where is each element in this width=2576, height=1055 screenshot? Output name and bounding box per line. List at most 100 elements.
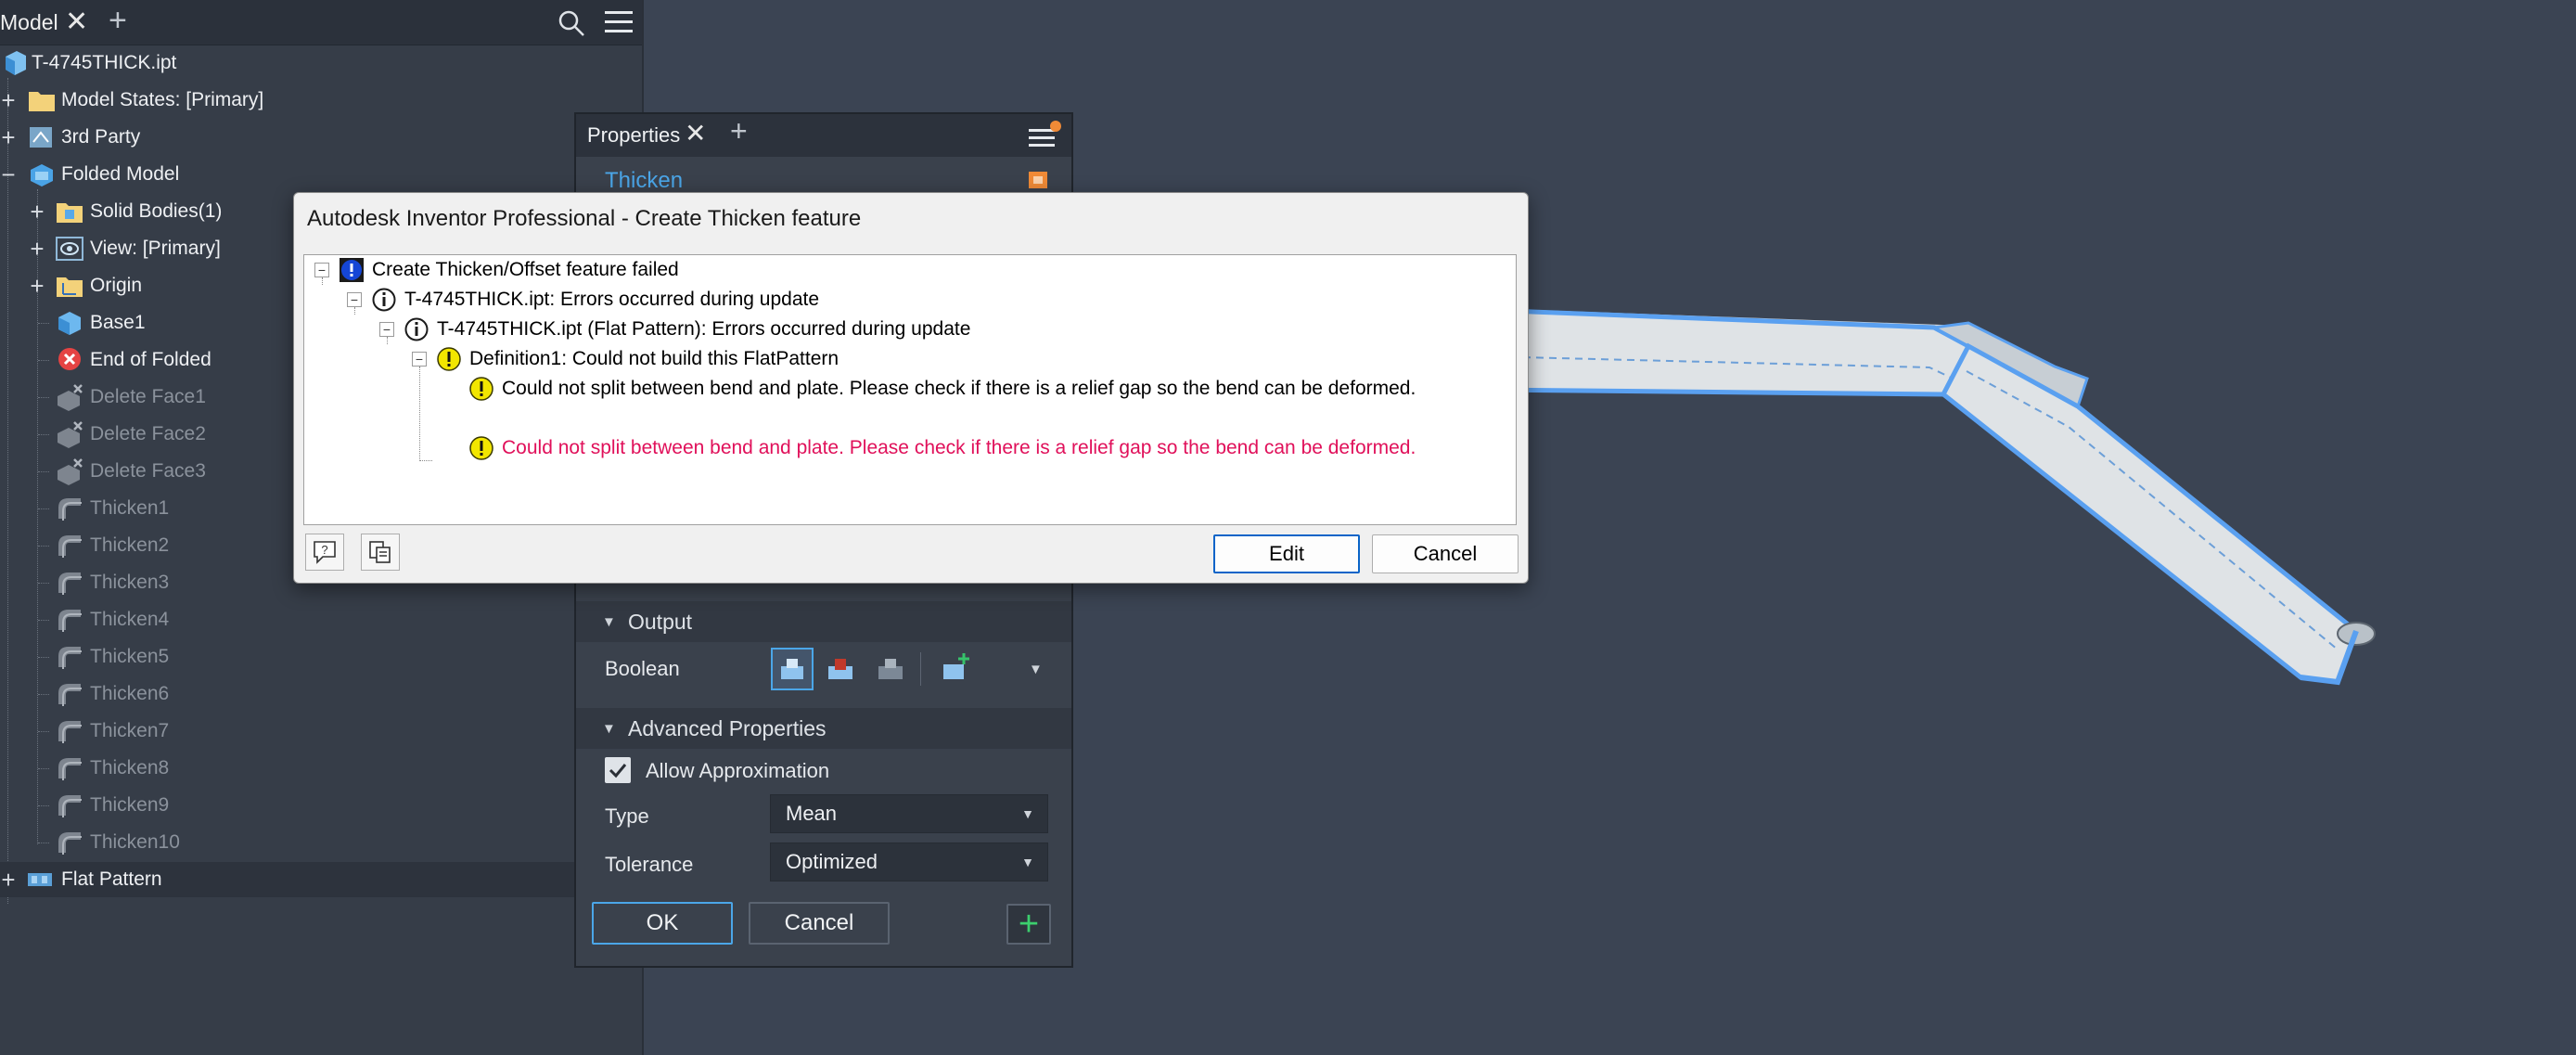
advanced-properties-header[interactable]: ▼ Advanced Properties bbox=[576, 708, 1071, 749]
message-text: Create Thicken/Offset feature failed bbox=[372, 259, 679, 280]
allow-approximation-label: Allow Approximation bbox=[646, 759, 830, 782]
tree-guide bbox=[38, 657, 49, 658]
tree-guide bbox=[38, 694, 49, 695]
tree-guide bbox=[38, 360, 49, 361]
tolerance-value: Optimized bbox=[786, 850, 878, 873]
boolean-dropdown-icon[interactable]: ▼ bbox=[1029, 662, 1043, 677]
tree-item-thicken6[interactable]: Thicken6 bbox=[0, 676, 642, 712]
tree-item-model-states[interactable]: + Model States: [Primary] bbox=[0, 83, 642, 118]
tree-item-thicken4[interactable]: Thicken4 bbox=[0, 602, 642, 637]
feature-title: Thicken bbox=[605, 168, 684, 193]
add-tab-icon[interactable]: + bbox=[730, 114, 748, 148]
tab-model[interactable]: Model bbox=[0, 0, 58, 45]
collapse-icon[interactable]: − bbox=[412, 352, 427, 367]
add-tab-icon[interactable]: + bbox=[109, 3, 127, 39]
copy-button[interactable] bbox=[361, 534, 400, 571]
dialog-cancel-button[interactable]: Cancel bbox=[1372, 534, 1519, 573]
info-icon bbox=[404, 317, 429, 341]
thicken-icon bbox=[58, 758, 82, 780]
base-feature-icon bbox=[58, 312, 81, 335]
thicken-icon bbox=[58, 721, 82, 743]
collapse-icon[interactable]: − bbox=[0, 161, 19, 188]
properties-menu-icon[interactable] bbox=[1029, 120, 1062, 151]
collapse-icon[interactable]: − bbox=[379, 322, 394, 337]
expand-icon[interactable]: + bbox=[27, 235, 47, 263]
expand-icon[interactable]: + bbox=[27, 272, 47, 300]
tree-item-3rd-party[interactable]: + 3rd Party bbox=[0, 120, 642, 155]
copy-icon bbox=[369, 541, 391, 563]
message-row[interactable]: − T-4745THICK.ipt: Errors occurred durin… bbox=[304, 285, 1510, 315]
tree-item-thicken10[interactable]: Thicken10 bbox=[0, 825, 642, 860]
expand-icon[interactable]: + bbox=[0, 86, 19, 114]
join-icon bbox=[781, 659, 803, 679]
thicken-icon bbox=[58, 610, 82, 632]
cut-icon bbox=[828, 659, 852, 679]
thicken-feature-icon bbox=[1029, 172, 1047, 188]
boolean-cut-button[interactable] bbox=[821, 650, 860, 688]
edit-button[interactable]: Edit bbox=[1213, 534, 1360, 573]
tree-guide bbox=[38, 397, 49, 398]
tree-item-folded-model[interactable]: − Folded Model bbox=[0, 157, 642, 192]
output-section-header[interactable]: ▼ Output bbox=[576, 601, 1071, 642]
error-info-icon bbox=[340, 258, 364, 282]
collapse-arrow-icon: ▼ bbox=[602, 720, 616, 737]
expand-icon[interactable]: + bbox=[27, 198, 47, 225]
thicken-icon bbox=[58, 795, 82, 817]
tree-item-thicken8[interactable]: Thicken8 bbox=[0, 751, 642, 786]
tolerance-select[interactable]: Optimized ▼ bbox=[770, 843, 1048, 881]
view-icon bbox=[56, 237, 83, 261]
search-icon[interactable] bbox=[557, 9, 585, 37]
tree-item-root-part[interactable]: T-4745THICK.ipt bbox=[0, 45, 642, 81]
help-button[interactable]: ? bbox=[305, 534, 344, 571]
boolean-join-button[interactable] bbox=[771, 648, 814, 690]
third-party-icon bbox=[30, 127, 52, 148]
collapse-icon[interactable]: − bbox=[347, 292, 362, 307]
tree-guide bbox=[38, 508, 49, 509]
expand-icon[interactable]: + bbox=[0, 866, 19, 894]
collapse-arrow-icon: ▼ bbox=[602, 613, 616, 630]
type-select[interactable]: Mean ▼ bbox=[770, 794, 1048, 833]
cancel-label: Cancel bbox=[784, 910, 854, 935]
thicken-icon bbox=[58, 498, 82, 521]
apply-add-button[interactable]: + bbox=[1006, 904, 1051, 945]
allow-approximation-checkbox[interactable] bbox=[605, 757, 631, 783]
3d-model-viewport[interactable] bbox=[1484, 278, 2430, 705]
cancel-button[interactable]: Cancel bbox=[749, 902, 890, 945]
boolean-intersect-button[interactable] bbox=[871, 650, 910, 688]
expand-icon[interactable]: + bbox=[0, 123, 19, 151]
tree-guide bbox=[38, 768, 49, 769]
tree-item-thicken7[interactable]: Thicken7 bbox=[0, 714, 642, 749]
hamburger-menu-icon[interactable] bbox=[605, 9, 633, 35]
message-row[interactable]: − Definition1: Could not build this Flat… bbox=[304, 344, 1510, 374]
close-icon[interactable]: ✕ bbox=[65, 6, 88, 38]
tab-model-label: Model bbox=[0, 9, 58, 34]
ok-label: OK bbox=[646, 910, 679, 935]
tolerance-label: Tolerance bbox=[605, 853, 694, 876]
new-solid-button[interactable] bbox=[936, 650, 975, 688]
tree-item-thicken9[interactable]: Thicken9 bbox=[0, 788, 642, 823]
tab-properties[interactable]: Properties bbox=[587, 123, 680, 148]
tree-guide bbox=[38, 731, 49, 732]
checkmark-icon bbox=[609, 764, 627, 778]
error-dialog: Autodesk Inventor Professional - Create … bbox=[293, 192, 1529, 584]
message-text: Could not split between bend and plate. … bbox=[502, 378, 1416, 399]
cancel-label: Cancel bbox=[1413, 542, 1478, 565]
chevron-down-icon: ▼ bbox=[1021, 806, 1034, 821]
message-row-highlighted[interactable]: Could not split between bend and plate. … bbox=[304, 433, 1510, 463]
plus-icon: + bbox=[1018, 905, 1040, 944]
close-icon[interactable]: ✕ bbox=[685, 118, 706, 148]
message-row[interactable]: − T-4745THICK.ipt (Flat Pattern): Errors… bbox=[304, 315, 1510, 344]
message-row[interactable]: − Create Thicken/Offset feature failed bbox=[304, 255, 1510, 285]
folded-model-icon bbox=[31, 164, 53, 187]
svg-text:?: ? bbox=[321, 543, 327, 557]
dialog-title: Autodesk Inventor Professional - Create … bbox=[307, 206, 862, 231]
collapse-icon[interactable]: − bbox=[314, 263, 329, 277]
thicken-icon bbox=[58, 535, 82, 558]
tree-item-thicken5[interactable]: Thicken5 bbox=[0, 639, 642, 675]
properties-tab-bar: Properties ✕ + bbox=[576, 114, 1071, 157]
help-icon: ? bbox=[314, 541, 336, 564]
message-row[interactable]: Could not split between bend and plate. … bbox=[304, 374, 1510, 404]
end-of-part-error-icon bbox=[58, 348, 81, 370]
ok-button[interactable]: OK bbox=[592, 902, 733, 945]
tree-item-flat-pattern[interactable]: + Flat Pattern bbox=[0, 862, 575, 897]
